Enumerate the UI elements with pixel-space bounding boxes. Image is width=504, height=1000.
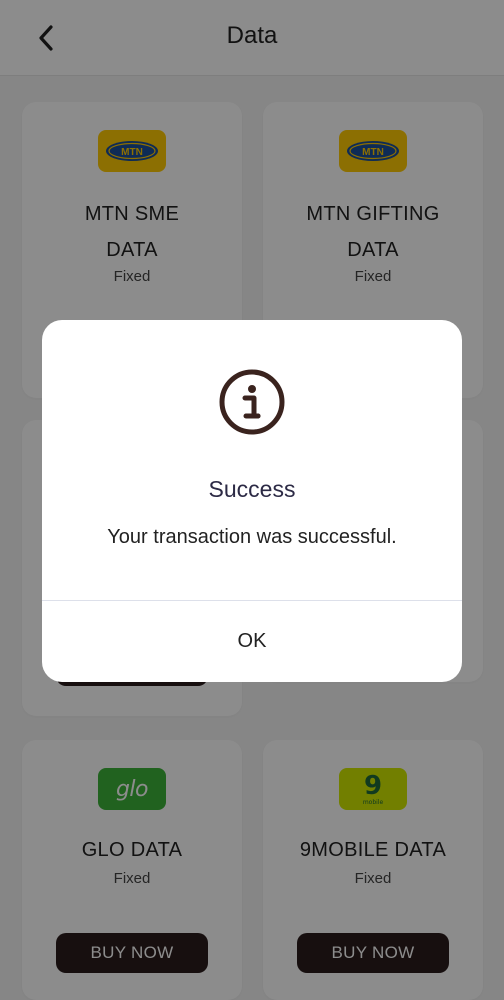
success-dialog: Success Your transaction was successful.… (42, 320, 462, 682)
dialog-message: Your transaction was successful. (107, 526, 397, 548)
info-circle-icon (219, 369, 285, 435)
ok-button[interactable]: OK (42, 601, 462, 682)
dialog-title: Success (208, 476, 296, 502)
